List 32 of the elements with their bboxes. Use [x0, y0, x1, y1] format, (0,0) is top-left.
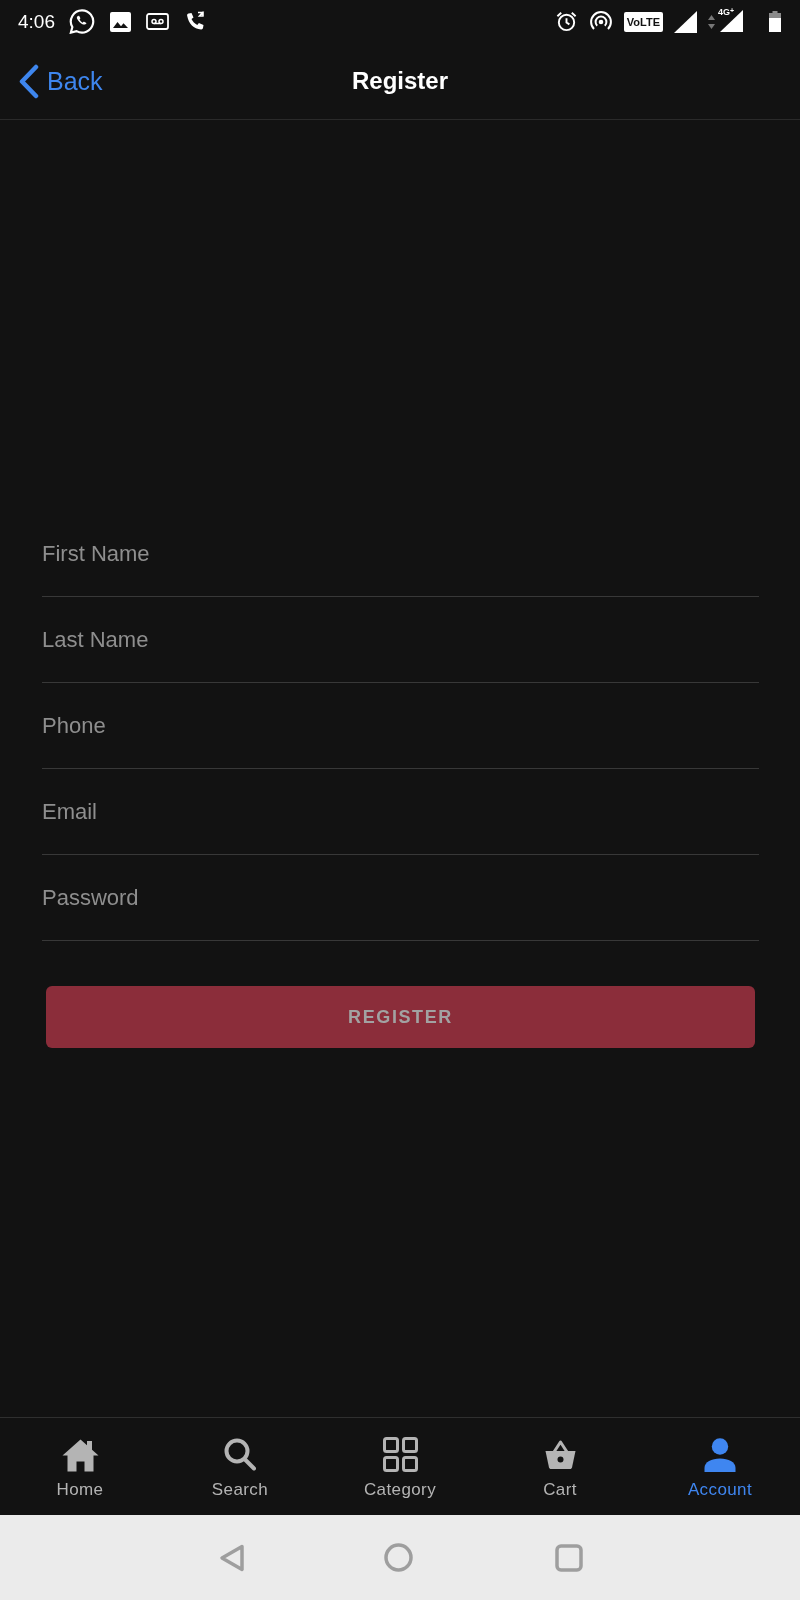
battery-icon — [769, 11, 781, 32]
chevron-left-icon — [18, 63, 39, 99]
voicemail-icon — [146, 13, 169, 30]
home-icon — [61, 1437, 99, 1472]
nav-tab[interactable]: Account — [640, 1418, 800, 1515]
alarm-clock-icon — [554, 10, 578, 33]
input-field[interactable]: Password — [42, 855, 759, 941]
status-time: 4:06 — [18, 10, 55, 33]
back-key-icon[interactable] — [217, 1542, 247, 1573]
image-icon — [110, 11, 131, 32]
basket-icon — [544, 1440, 576, 1469]
grid-icon — [382, 1437, 418, 1472]
nav-tab[interactable]: Category — [320, 1418, 480, 1515]
search-icon — [224, 1438, 256, 1471]
nav-tab[interactable]: Cart — [480, 1418, 640, 1515]
input-field[interactable]: Email — [42, 769, 759, 855]
nav-tab[interactable]: Home — [0, 1418, 160, 1515]
signal-icon — [720, 10, 743, 32]
recents-key-icon[interactable] — [555, 1543, 583, 1572]
home-key-icon[interactable] — [384, 1543, 413, 1572]
input-field[interactable]: First Name — [42, 511, 759, 597]
input-field[interactable]: Last Name — [42, 597, 759, 683]
chat-bubble-icon — [69, 9, 95, 34]
person-icon — [704, 1437, 736, 1472]
input-field[interactable]: Phone — [42, 683, 759, 769]
nav-tab[interactable]: Search — [160, 1418, 320, 1515]
volte-badge: VoLTE — [623, 11, 663, 32]
network-type-label: 4G$^{+}$ — [718, 7, 735, 17]
signal-icon — [674, 10, 697, 33]
data-arrows-icon — [708, 14, 715, 29]
page-title: Register — [351, 67, 448, 95]
back-button[interactable]: Back — [18, 63, 103, 99]
